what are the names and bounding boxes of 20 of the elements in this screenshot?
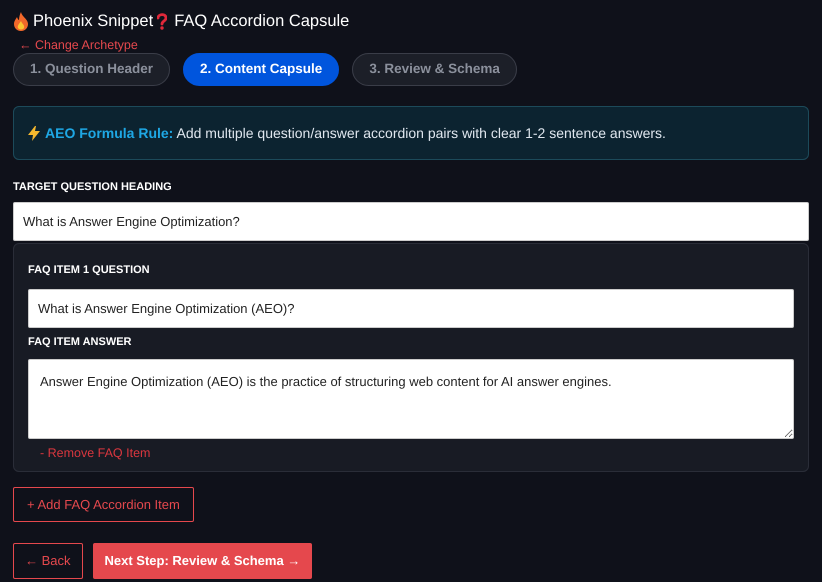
change-archetype-link[interactable]: ← Change Archetype bbox=[19, 37, 138, 53]
flame-icon bbox=[13, 12, 29, 30]
field-label: FAQ ITEM 1 QUESTION bbox=[28, 263, 151, 278]
back-button[interactable]: ← Back bbox=[13, 542, 83, 579]
app-title: Phoenix Snippet bbox=[33, 10, 154, 32]
step-tab[interactable]: 3. Review & Schema bbox=[352, 52, 517, 86]
lightning-icon bbox=[28, 126, 40, 140]
question-heading-field[interactable]: What is Answer Engine Optimization? bbox=[13, 202, 809, 241]
faq-answer-field[interactable]: Answer Engine Optimization (AEO) is the practice of structuring web content for AI answer engines. bbox=[28, 359, 794, 439]
field-label: FAQ ITEM ANSWER bbox=[28, 334, 132, 350]
rule-text: AEO Formula Rule: Add multiple question/answer accordion pairs with clear 1-2 sentence answers. bbox=[45, 124, 666, 143]
add-faq-button[interactable]: + Add FAQ Accordion Item bbox=[13, 486, 194, 522]
step-tab[interactable]: 1. Question Header bbox=[13, 52, 170, 86]
field-label: TARGET QUESTION HEADING bbox=[13, 180, 173, 194]
question-mark-icon bbox=[157, 12, 168, 30]
remove-faq-link[interactable]: - Remove FAQ Item bbox=[28, 444, 162, 463]
faq-question-field[interactable]: What is Answer Engine Optimization (AEO)? bbox=[28, 288, 794, 328]
page-title: FAQ Accordion Capsule bbox=[174, 10, 350, 32]
next-step-button[interactable]: Next Step: Review & Schema → bbox=[92, 542, 312, 579]
step-tab[interactable]: 2. Content Capsule bbox=[183, 52, 340, 86]
